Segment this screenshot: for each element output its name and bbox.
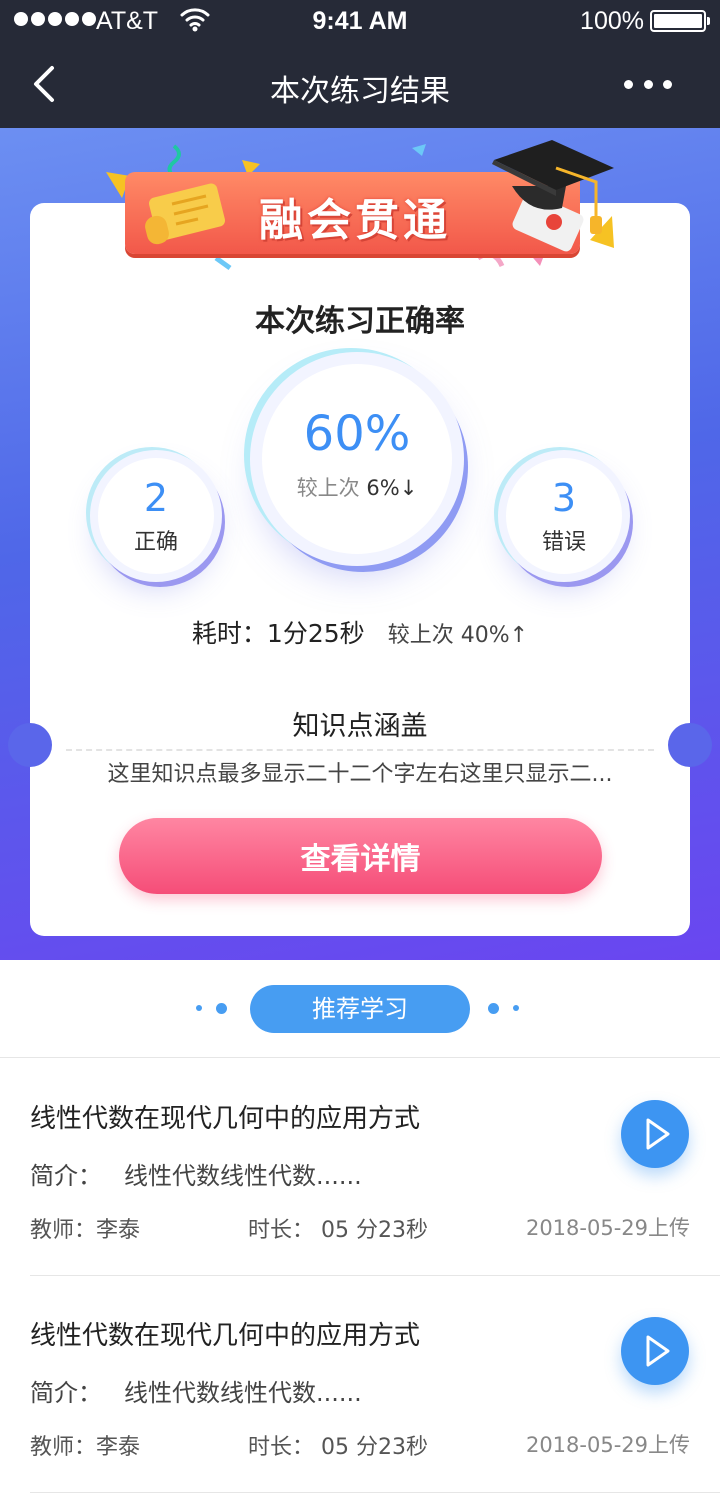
correct-count: 2 <box>143 476 169 520</box>
accuracy-heading: 本次练习正确率 <box>255 304 465 339</box>
course-date: 2018-05-29上传 <box>525 1216 690 1240</box>
course-title: 线性代数在现代几何中的应用方式 <box>30 1104 421 1134</box>
course-item[interactable]: 线性代数在现代几何中的应用方式 简介： 线性代数线性代数...... 教师：李泰 … <box>0 1275 720 1493</box>
accuracy-compare-value: 6%↓ <box>366 476 418 500</box>
decor-dots-left <box>196 1002 227 1014</box>
course-title: 线性代数在现代几何中的应用方式 <box>30 1321 421 1351</box>
page-title: 本次练习结果 <box>270 74 450 109</box>
course-date: 2018-05-29上传 <box>525 1433 690 1457</box>
accuracy-circle: 60% 较上次 6%↓ <box>262 364 452 554</box>
course-duration: 时长： 05 分23秒 <box>248 1435 428 1460</box>
course-intro: 简介： 线性代数线性代数...... <box>30 1162 362 1190</box>
battery-icon <box>650 10 710 32</box>
wrong-circle: 3 错误 <box>506 458 622 574</box>
accuracy-compare: 较上次 6%↓ <box>296 476 418 500</box>
play-button[interactable] <box>621 1317 689 1385</box>
wrong-label: 错误 <box>541 530 586 555</box>
course-intro: 简介： 线性代数线性代数...... <box>30 1379 362 1407</box>
status-bar: AT&T 9:41 AM 100% <box>0 0 720 42</box>
card-divider <box>66 749 654 751</box>
accuracy-value: 60% <box>303 406 411 462</box>
graduation-cap-icon <box>492 140 614 252</box>
knowledge-desc: 这里知识点最多显示二十二个字左右这里只显示二... <box>107 762 613 787</box>
course-item[interactable]: 线性代数在现代几何中的应用方式 简介： 线性代数线性代数...... 教师：李泰 … <box>0 1058 720 1276</box>
course-teacher: 教师：李泰 <box>30 1435 141 1460</box>
view-details-button[interactable]: 查看详情 <box>119 818 602 894</box>
time-spent: 耗时：1分25秒 <box>191 619 365 648</box>
course-duration: 时长： 05 分23秒 <box>248 1218 428 1243</box>
play-button[interactable] <box>621 1100 689 1168</box>
play-icon <box>646 1118 670 1150</box>
more-icon[interactable] <box>624 76 672 92</box>
top-bar: AT&T 9:41 AM 100% 本次练习结果 <box>0 0 720 128</box>
battery-percent: 100% <box>580 7 644 35</box>
decor-dots-right <box>488 1002 519 1014</box>
course-teacher: 教师：李泰 <box>30 1218 141 1243</box>
recommend-label: 推荐学习 <box>250 985 470 1033</box>
wrong-count: 3 <box>551 476 577 520</box>
time-compare: 较上次 40%↑ <box>387 623 529 648</box>
play-icon <box>646 1335 670 1367</box>
knowledge-title: 知识点涵盖 <box>292 711 428 742</box>
correct-circle: 2 正确 <box>98 458 214 574</box>
time-row: 耗时：1分25秒 较上次 40%↑ <box>0 614 720 650</box>
correct-label: 正确 <box>133 530 178 555</box>
